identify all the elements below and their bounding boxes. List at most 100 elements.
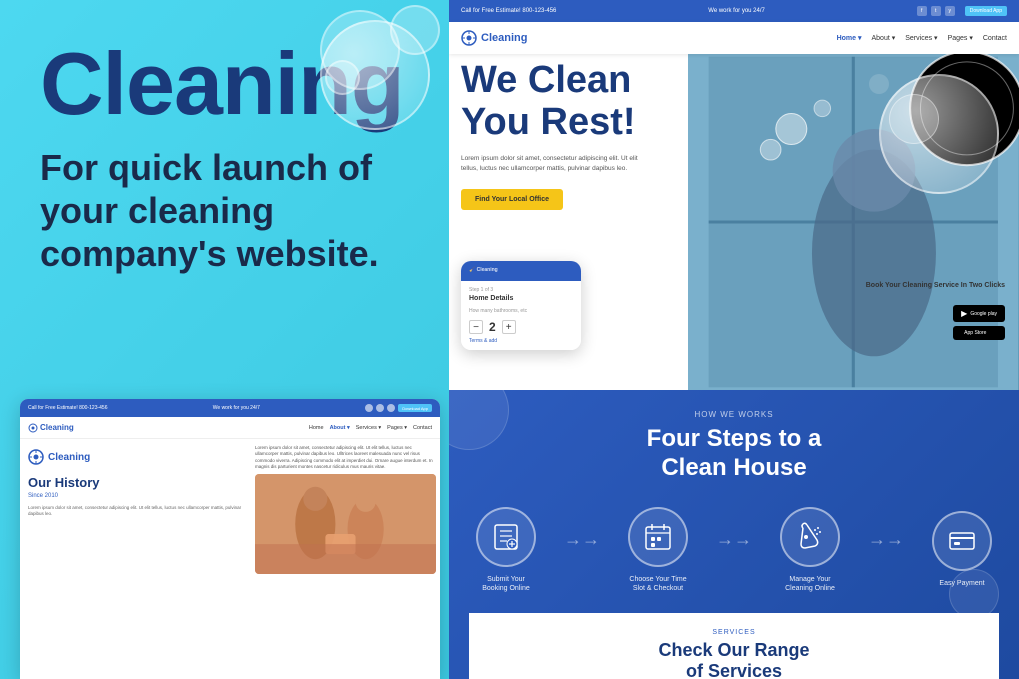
step-4-icon-circle [932,511,992,571]
step-arrow-1: →→ [564,529,600,550]
mini-nav-services: Services ▾ [356,425,381,431]
mini-logo-large: Cleaning [28,449,243,465]
blue-bubble-2 [949,569,999,619]
mini-topbar-left: Call for Free Estimate! 800-123-456 [28,405,107,411]
site-topbar-left: Call for Free Estimate! 800-123-456 [461,8,556,14]
section-title-line1: Four Steps to a [647,425,822,452]
google-play-badge[interactable]: ▶ Google play [953,305,1005,322]
phone-step-label: Step 1 of 3 [469,287,573,293]
mini-social-icon-fb [365,404,373,412]
mini-large-logo-icon [28,449,44,465]
phone-screen-body: Step 1 of 3 Home Details How many bathro… [461,281,581,350]
site-logo: Cleaning [461,30,527,46]
mini-download-btn: Download App [398,404,432,412]
step-3: Manage YourCleaning Online [760,507,860,593]
phone-terms: Terms & add [469,338,573,344]
blue-bubble-3 [489,629,519,659]
large-bubble-decoration [320,20,430,130]
phone-logo-mini: 🧹 Cleaning [469,267,573,273]
mini-right-content: Lorem ipsum dolor sit amet, consectetur … [251,439,440,679]
hero-title: We Clean You Rest! [461,60,741,144]
right-panel: Call for Free Estimate! 800-123-456 We w… [449,0,1019,679]
phone-counter: − 2 + [469,320,573,334]
site-nav-contact[interactable]: Contact [983,34,1007,42]
mini-social-icon-tw [376,404,384,412]
tagline: For quick launch ofyour cleaningcompany'… [40,146,420,276]
hero-content: We Clean You Rest! Lorem ipsum dolor sit… [461,60,741,210]
services-section: Services Check Our Rangeof Services [469,613,999,679]
mini-nav-contact: Contact [413,425,432,431]
section-title-line2: Clean House [661,454,806,481]
booking-icon [491,522,521,552]
mini-content: Cleaning Our History Since 2010 Lorem ip… [20,439,440,679]
book-service-text: Book Your Cleaning Service In Two Clicks [866,281,1005,290]
counter-plus[interactable]: + [502,320,516,334]
counter-minus[interactable]: − [469,320,483,334]
mini-lorem-left: Lorem ipsum dolor sit amet, consectetur … [28,505,243,518]
mini-social-icons: Download App [365,404,432,412]
mini-social-icon-yt [387,404,395,412]
mini-cleaning-image [255,474,436,574]
mini-large-logo-text: Cleaning [48,452,90,463]
services-title: Check Our Rangeof Services [489,640,979,679]
mini-nav-pages: Pages ▾ [387,425,407,431]
phone-screen-top: 🧹 Cleaning [461,261,581,281]
site-topbar-center: We work for you 24/7 [708,8,765,14]
hero-title-line2: You Rest! [461,101,636,143]
mini-navbar: Cleaning Home About ▾ Services ▾ Pages ▾… [20,417,440,439]
hero-title-line1: We Clean [461,59,631,101]
hero-description: Lorem ipsum dolor sit amet, consectetur … [461,154,641,175]
counter-value: 2 [489,320,496,334]
step-2-icon-circle [628,507,688,567]
find-office-button[interactable]: Find Your Local Office [461,189,563,210]
step-1-label: Submit YourBooking Online [482,575,529,593]
mini-logo-icon [28,423,38,433]
step-arrow-2: →→ [716,529,752,550]
step-arrow-3: →→ [868,529,904,550]
blue-bubble-1 [449,390,509,450]
hero-bubble-sm [889,94,939,144]
site-navbar: Cleaning Home ▾ About ▾ Services ▾ Pages… [449,22,1019,54]
step-3-icon-circle [780,507,840,567]
calendar-icon [643,522,673,552]
google-play-icon: ▶ [961,309,967,318]
section-title: Four Steps to a Clean House [647,425,822,483]
manage-icon [795,522,825,552]
site-topbar-right: f t y Download App [917,6,1007,16]
site-nav-pages[interactable]: Pages ▾ [948,34,973,42]
left-panel: Cleaning For quick launch ofyour cleanin… [0,0,460,679]
step-1-icon-circle [476,507,536,567]
mini-site-preview: Call for Free Estimate! 800-123-456 We w… [20,399,440,679]
social-icon-youtube[interactable]: y [945,6,955,16]
services-label: Services [489,629,979,636]
phone-step-title: Home Details [469,295,573,302]
step-2-label: Choose Your TimeSlot & Checkout [629,575,686,593]
mini-topbar-center: We work for you 24/7 [213,405,260,411]
site-nav-about[interactable]: About ▾ [871,34,895,42]
social-icon-twitter[interactable]: t [931,6,941,16]
site-nav-links: Home ▾ About ▾ Services ▾ Pages ▾ Contac… [837,34,1007,42]
mini-history-title: Our History [28,475,243,491]
site-nav-services[interactable]: Services ▾ [905,34,937,42]
google-play-label: Google play [970,311,997,317]
phone-question: How many bathrooms, etc [469,308,573,314]
payment-icon [947,526,977,556]
mini-lorem-right: Lorem ipsum dolor sit amet, consectetur … [255,445,436,470]
step-1: Submit YourBooking Online [456,507,556,593]
section-label: How We Works [694,410,773,419]
phone-mockup: 🧹 Cleaning Step 1 of 3 Home Details How … [461,261,581,350]
download-app-button[interactable]: Download App [965,6,1007,16]
cleaning-people-svg [255,474,436,574]
site-nav-home[interactable]: Home ▾ [837,34,862,42]
app-store-badges: ▶ Google play App Store [953,305,1005,340]
mini-since: Since 2010 [28,493,243,499]
steps-row: Submit YourBooking Online →→ [456,507,1012,593]
social-icon-facebook[interactable]: f [917,6,927,16]
site-logo-icon [461,30,477,46]
mini-logo: Cleaning [28,423,74,433]
hero-section: Call for Free Estimate! 800-123-456 We w… [449,0,1019,390]
step-2: Choose Your TimeSlot & Checkout [608,507,708,593]
site-topbar: Call for Free Estimate! 800-123-456 We w… [449,0,1019,22]
app-store-badge[interactable]: App Store [953,326,1005,340]
step-3-label: Manage YourCleaning Online [785,575,835,593]
